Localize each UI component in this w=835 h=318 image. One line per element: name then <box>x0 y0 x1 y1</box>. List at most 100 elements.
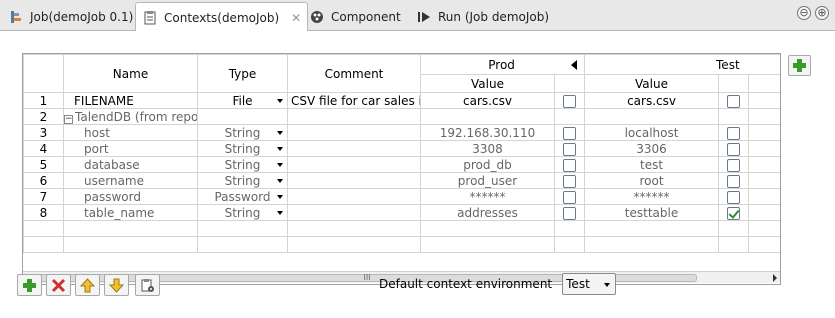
collapse-toggle-icon[interactable]: − <box>64 114 73 124</box>
chevron-down-icon[interactable] <box>277 179 283 183</box>
prod-value-cell[interactable]: prod_db <box>420 156 555 173</box>
variable-name-cell[interactable]: password <box>63 188 198 205</box>
table-row[interactable]: 3 host String 192.168.30.110 localhost <box>23 124 780 141</box>
test-value-cell[interactable]: root <box>584 172 720 189</box>
test-value-cell[interactable]: 3306 <box>584 140 720 157</box>
prod-prompt-cell[interactable] <box>553 124 586 141</box>
table-row[interactable]: 8 table_name String addresses testtable <box>23 204 780 221</box>
variable-name-cell[interactable]: database <box>63 156 198 173</box>
prod-prompt-checkbox[interactable] <box>563 174 576 188</box>
table-row[interactable]: 7 password Password ****** ****** <box>23 188 780 205</box>
chevron-down-icon[interactable] <box>277 131 283 135</box>
test-prompt-checkbox[interactable] <box>727 174 741 188</box>
maximize-icon[interactable]: ⊕ <box>815 6 829 20</box>
remove-variable-button[interactable] <box>46 274 71 296</box>
move-up-button[interactable] <box>75 274 100 296</box>
minimize-icon[interactable]: ⊖ <box>797 6 811 20</box>
variable-name-cell[interactable]: table_name <box>63 204 198 221</box>
add-context-environment-button[interactable] <box>788 55 811 76</box>
prod-prompt-cell[interactable] <box>553 156 586 173</box>
variable-name-cell[interactable]: port <box>63 140 198 157</box>
test-prompt-checkbox[interactable] <box>727 158 741 172</box>
variable-name-cell[interactable]: host <box>63 124 198 141</box>
test-prompt-cell[interactable] <box>718 124 750 141</box>
test-value-cell[interactable]: cars.csv <box>584 92 720 109</box>
test-prompt-checkbox[interactable] <box>727 126 741 140</box>
prod-prompt-checkbox[interactable] <box>563 206 576 220</box>
test-value-cell[interactable]: localhost <box>584 124 720 141</box>
prod-prompt-cell[interactable] <box>553 188 586 205</box>
chevron-down-icon[interactable] <box>277 147 283 151</box>
chevron-down-icon[interactable] <box>277 195 283 199</box>
type-cell[interactable]: String <box>197 204 288 221</box>
prod-prompt-checkbox[interactable] <box>563 190 576 204</box>
prod-value-cell[interactable]: cars.csv <box>420 92 555 109</box>
prod-prompt-checkbox[interactable] <box>563 142 576 156</box>
test-prompt-cell[interactable] <box>718 204 750 221</box>
prod-value-cell[interactable]: 3308 <box>420 140 555 157</box>
prod-prompt-checkbox[interactable] <box>563 126 576 140</box>
type-cell[interactable]: String <box>197 172 288 189</box>
manage-contexts-button[interactable] <box>135 274 160 296</box>
prod-prompt-cell[interactable] <box>553 92 586 109</box>
test-prompt-cell[interactable] <box>718 156 750 173</box>
table-row[interactable]: 1FILENAME File CSV file for car sales info… <box>23 92 780 109</box>
chevron-down-icon[interactable] <box>277 99 283 103</box>
comment-cell[interactable]: CSV file for car sales info <box>287 92 421 109</box>
test-prompt-checkbox[interactable] <box>727 206 741 220</box>
test-prompt-cell[interactable] <box>718 92 750 109</box>
prod-prompt-checkbox[interactable] <box>563 94 576 108</box>
scroll-right-arrow-icon[interactable] <box>773 274 777 282</box>
prod-value-cell[interactable]: addresses <box>420 204 555 221</box>
type-cell[interactable]: String <box>197 124 288 141</box>
close-icon[interactable]: ✕ <box>291 11 301 25</box>
type-column-header[interactable]: Type <box>197 54 288 93</box>
test-environment-header[interactable]: Test <box>584 54 780 75</box>
type-cell[interactable]: String <box>197 140 288 157</box>
tab-run[interactable]: Run (Job demoJob) <box>410 2 555 31</box>
type-cell[interactable]: File <box>197 92 288 109</box>
test-value-cell[interactable]: testtable <box>584 204 720 221</box>
table-row[interactable]: 2−TalendDB (from reposit <box>23 108 780 125</box>
test-prompt-checkbox[interactable] <box>727 142 741 156</box>
comment-cell[interactable] <box>287 156 421 173</box>
test-prompt-cell[interactable] <box>718 188 750 205</box>
table-row[interactable]: 6 username String prod_user root <box>23 172 780 189</box>
prod-value-cell[interactable]: 192.168.30.110 <box>420 124 555 141</box>
type-cell[interactable]: Password <box>197 188 288 205</box>
add-variable-button[interactable] <box>17 274 42 296</box>
test-value-cell[interactable]: ****** <box>584 188 720 205</box>
variable-name-cell[interactable]: FILENAME <box>63 92 198 109</box>
tab-contexts[interactable]: Contexts(demoJob) ✕ <box>135 2 309 32</box>
prod-value-cell[interactable]: ****** <box>420 188 555 205</box>
table-row[interactable]: 5 database String prod_db test <box>23 156 780 173</box>
prod-value-cell[interactable]: prod_user <box>420 172 555 189</box>
test-prompt-cell[interactable] <box>718 172 750 189</box>
move-down-button[interactable] <box>104 274 129 296</box>
tab-component[interactable]: Component <box>303 2 407 31</box>
comment-cell[interactable] <box>287 204 421 221</box>
prod-environment-header[interactable]: Prod <box>419 54 586 75</box>
tab-job[interactable]: Job(demoJob 0.1) <box>2 2 139 31</box>
prod-prompt-cell[interactable] <box>553 140 586 157</box>
variable-name-cell[interactable]: username <box>63 172 198 189</box>
chevron-down-icon[interactable] <box>277 163 283 167</box>
test-prompt-checkbox[interactable] <box>727 190 741 204</box>
comment-cell[interactable] <box>287 172 421 189</box>
collapse-arrow-icon[interactable] <box>570 60 577 70</box>
prod-prompt-checkbox[interactable] <box>563 158 576 172</box>
comment-cell[interactable] <box>287 140 421 157</box>
type-cell[interactable]: String <box>197 156 288 173</box>
prod-prompt-cell[interactable] <box>553 172 586 189</box>
table-row[interactable]: 4 port String 3308 3306 <box>23 140 780 157</box>
name-column-header[interactable]: Name <box>63 54 198 93</box>
group-name-cell[interactable]: −TalendDB (from reposit <box>63 108 198 125</box>
comment-cell[interactable] <box>287 188 421 205</box>
prod-prompt-cell[interactable] <box>553 204 586 221</box>
comment-column-header[interactable]: Comment <box>287 54 421 93</box>
default-env-select[interactable]: Test <box>562 273 617 295</box>
comment-cell[interactable] <box>287 124 421 141</box>
chevron-down-icon[interactable] <box>277 211 283 215</box>
test-prompt-checkbox[interactable] <box>727 94 741 108</box>
test-prompt-cell[interactable] <box>718 140 750 157</box>
